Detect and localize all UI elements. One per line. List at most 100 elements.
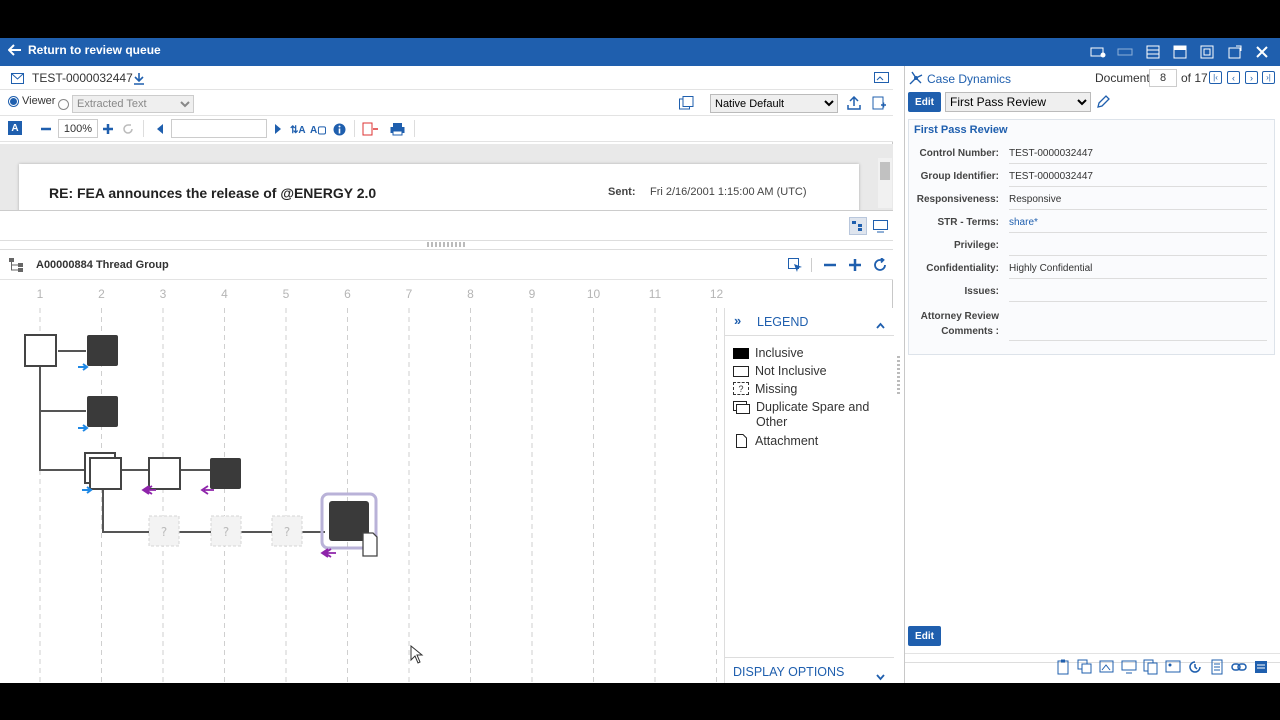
viewer-radio[interactable]: Viewer bbox=[8, 95, 55, 107]
copy-icon[interactable] bbox=[1143, 659, 1159, 675]
field-responsiveness: Responsiveness: Responsive bbox=[909, 189, 1271, 212]
pencil-icon[interactable] bbox=[1095, 94, 1111, 110]
info-icon[interactable] bbox=[331, 121, 347, 137]
redact-icon[interactable] bbox=[362, 121, 378, 137]
missing-node[interactable]: ? bbox=[210, 515, 242, 547]
str-terms-link[interactable]: share* bbox=[1009, 217, 1267, 233]
inclusive-node[interactable] bbox=[87, 335, 118, 366]
document-icon[interactable] bbox=[1209, 659, 1225, 675]
first-document-icon[interactable]: |‹ bbox=[1209, 71, 1222, 84]
chevron-up-icon[interactable] bbox=[876, 316, 885, 334]
last-document-icon[interactable]: ›| bbox=[1262, 71, 1275, 84]
thread-zoom-in-icon[interactable] bbox=[847, 257, 863, 273]
previous-hit-icon[interactable] bbox=[152, 121, 168, 137]
text-mode-icon[interactable]: A bbox=[8, 121, 22, 135]
legend-header: » LEGEND bbox=[725, 308, 894, 336]
extracted-text-radio[interactable]: Extracted Text bbox=[58, 95, 194, 113]
edit-button[interactable]: Edit bbox=[908, 92, 941, 112]
preview-scrollbar[interactable] bbox=[878, 158, 892, 208]
pane-resizer[interactable] bbox=[0, 240, 893, 250]
screen-icon[interactable] bbox=[872, 218, 888, 234]
select-cursor-icon[interactable] bbox=[787, 257, 803, 273]
inclusive-node[interactable] bbox=[87, 396, 118, 427]
expand-legend-icon[interactable]: » bbox=[734, 313, 741, 328]
toolbar-top-border bbox=[905, 653, 1280, 654]
rotate-icon[interactable] bbox=[120, 121, 136, 137]
thread-zoom-out-icon[interactable] bbox=[822, 257, 838, 273]
first-pass-review-section: First Pass Review Control Number: TEST-0… bbox=[908, 119, 1275, 355]
attachment-icon bbox=[362, 532, 378, 557]
case-dynamics-icon bbox=[908, 70, 924, 86]
history-icon[interactable] bbox=[1187, 659, 1203, 675]
not-inclusive-node[interactable] bbox=[148, 457, 181, 490]
zoom-out-icon[interactable] bbox=[38, 121, 54, 137]
panel-toggle-icon[interactable] bbox=[1116, 43, 1134, 61]
chevron-down-icon[interactable] bbox=[876, 668, 885, 683]
upload-icon[interactable] bbox=[846, 95, 862, 111]
zoom-level-field[interactable]: 100% bbox=[58, 119, 98, 138]
column-label: 3 bbox=[160, 287, 167, 301]
inclusive-node[interactable] bbox=[210, 458, 241, 489]
svg-text:?: ? bbox=[161, 525, 167, 539]
return-to-queue-link[interactable]: Return to review queue bbox=[8, 43, 161, 57]
viewer-type-select[interactable]: Native Default bbox=[710, 94, 838, 113]
thread-canvas[interactable]: 1 2 3 4 5 6 7 8 9 10 11 12 ? ? ? bbox=[0, 280, 724, 683]
layout-select[interactable]: First Pass Review bbox=[945, 92, 1091, 112]
close-icon[interactable] bbox=[1253, 43, 1271, 61]
next-hit-icon[interactable] bbox=[270, 121, 286, 137]
column-label: 6 bbox=[344, 287, 351, 301]
image-icon[interactable] bbox=[1099, 659, 1115, 675]
extracted-text-select[interactable]: Extracted Text bbox=[72, 95, 194, 113]
display-options-label: DISPLAY OPTIONS bbox=[733, 665, 845, 679]
duplicate-spare-node[interactable] bbox=[89, 457, 122, 490]
viewer-settings-icon[interactable] bbox=[1089, 43, 1107, 61]
clipboard-icon[interactable] bbox=[1055, 659, 1071, 675]
missing-node[interactable]: ? bbox=[148, 515, 180, 547]
download-icon[interactable] bbox=[131, 70, 147, 86]
sent-value: Fri 2/16/2001 1:15:00 AM (UTC) bbox=[650, 186, 807, 198]
thread-diagram[interactable]: 1 2 3 4 5 6 7 8 9 10 11 12 ? ? ? bbox=[0, 280, 724, 683]
next-document-icon[interactable]: › bbox=[1245, 71, 1258, 84]
persistent-highlight-icon[interactable]: A▢ bbox=[310, 121, 326, 137]
extracted-text-radio-button[interactable] bbox=[58, 98, 69, 110]
column-label: 10 bbox=[587, 287, 601, 301]
search-hit-input[interactable] bbox=[171, 119, 267, 138]
return-to-queue-label: Return to review queue bbox=[28, 43, 161, 57]
bottom-edit-button[interactable]: Edit bbox=[908, 626, 941, 646]
image-view-icon[interactable] bbox=[873, 70, 889, 86]
viewer-radio-button[interactable] bbox=[8, 95, 19, 107]
field-group-identifier: Group Identifier: TEST-0000032447 bbox=[909, 166, 1271, 189]
field-control-number: Control Number: TEST-0000032447 bbox=[909, 143, 1271, 166]
column-label: 12 bbox=[710, 287, 724, 301]
mouse-cursor-icon bbox=[410, 644, 424, 670]
document-id: TEST-0000032447 bbox=[32, 71, 133, 85]
legend-list: Inclusive Not Inclusive ? Missing Duplic… bbox=[733, 346, 889, 448]
stack-icon[interactable] bbox=[1077, 659, 1093, 675]
not-inclusive-node[interactable] bbox=[24, 334, 57, 367]
reply-arrow-icon bbox=[320, 548, 336, 558]
document-number-input[interactable]: 8 bbox=[1149, 69, 1177, 87]
notes-icon[interactable] bbox=[1253, 659, 1269, 675]
popout-icon[interactable] bbox=[1226, 43, 1244, 61]
highlight-icon[interactable]: ⇅A bbox=[290, 121, 306, 137]
missing-node[interactable]: ? bbox=[271, 515, 303, 547]
document-label: Document bbox=[1095, 71, 1150, 85]
column-label: 4 bbox=[221, 287, 228, 301]
print-icon[interactable] bbox=[389, 121, 405, 137]
frame-layout-icon[interactable] bbox=[1198, 43, 1216, 61]
thread-view-toggle-icon[interactable] bbox=[849, 217, 867, 235]
thread-reset-icon[interactable] bbox=[872, 257, 888, 273]
pane-splitter[interactable] bbox=[894, 66, 904, 683]
previous-document-icon[interactable]: ‹ bbox=[1227, 71, 1240, 84]
monitor-icon[interactable] bbox=[1121, 659, 1137, 675]
compare-icon[interactable] bbox=[678, 95, 694, 111]
selected-inclusive-node[interactable] bbox=[320, 492, 378, 558]
add-document-icon[interactable] bbox=[871, 95, 887, 111]
zoom-in-icon[interactable] bbox=[100, 121, 116, 137]
window-layout-icon[interactable] bbox=[1171, 43, 1189, 61]
not-inclusive-swatch-icon bbox=[733, 366, 749, 377]
list-layout-icon[interactable] bbox=[1144, 43, 1162, 61]
link-icon[interactable] bbox=[1231, 659, 1247, 675]
picture-icon[interactable] bbox=[1165, 659, 1181, 675]
display-options-bar[interactable]: DISPLAY OPTIONS bbox=[725, 657, 894, 683]
